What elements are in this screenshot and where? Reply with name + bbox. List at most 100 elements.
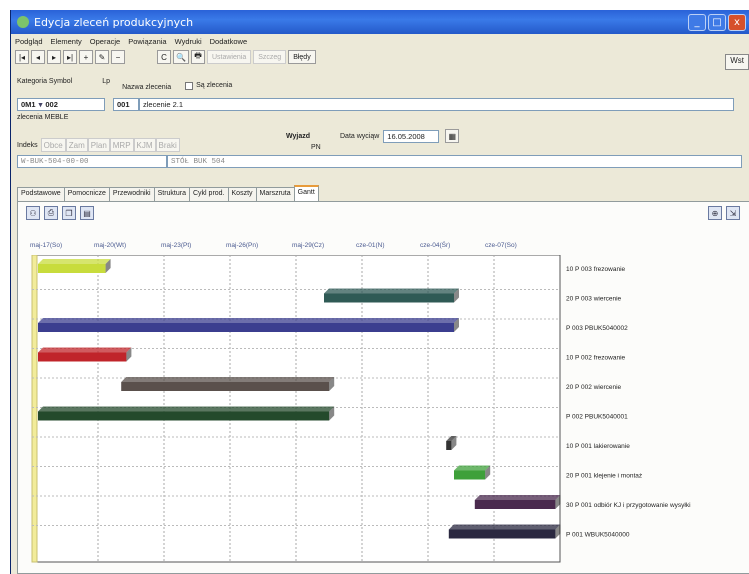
date-label: cze-04(Śr) [420, 242, 451, 249]
braki-button[interactable]: Braki [155, 138, 180, 152]
date-label: maj-23(Pt) [161, 242, 192, 249]
task-label: 10 P 003 frezowanie [566, 266, 626, 273]
zlecenia-meble-label: zlecenia MEBLE [17, 114, 69, 121]
gantt-toolbar: ⚇ ⎙ ❐ ▤ [26, 206, 94, 220]
wyjazd-label: Wyjazd [286, 132, 310, 140]
date-label: maj-17(So) [30, 242, 63, 249]
task-label: 10 P 002 frezowanie [566, 355, 626, 362]
minimize-button[interactable]: _ [688, 13, 706, 31]
menu-elementy[interactable]: Elementy [51, 37, 82, 46]
next-record-button[interactable]: ▸ [47, 50, 61, 64]
gantt-right-toolbar: ⊕ ⇲ [708, 206, 740, 220]
first-record-button[interactable]: |◂ [15, 50, 29, 64]
main-window: Edycja zleceń produkcyjnych _ □ x Podglą… [10, 10, 749, 574]
zoom-icon[interactable]: ⊕ [708, 206, 722, 220]
toolbar: |◂ ◂ ▸ ▸| + ✎ − C 🔍 🖶 Ustawienia Szczeg … [11, 48, 749, 66]
data-label: Data wyciąw [340, 132, 380, 140]
gantt-bar[interactable] [38, 318, 459, 332]
date-label: maj-26(Pn) [226, 242, 259, 249]
obce-button[interactable]: Obce [40, 138, 66, 152]
lp-label: Lp [102, 78, 111, 85]
search-button[interactable]: 🔍 [173, 50, 189, 64]
task-label: 10 P 001 lakierowanie [566, 443, 630, 450]
edit-button[interactable]: ✎ [95, 50, 109, 64]
last-record-button[interactable]: ▸| [63, 50, 77, 64]
nazwa-label: Nazwa zlecenia [122, 84, 172, 91]
wst-button[interactable]: Wst [725, 54, 749, 70]
title-bar: Edycja zleceń produkcyjnych _ □ x [11, 10, 749, 34]
copy-icon[interactable]: ❐ [62, 206, 76, 220]
lp-field[interactable]: 001 [113, 98, 139, 111]
indeks-name-field[interactable]: STÓŁ BUK 504 [167, 155, 742, 168]
gantt-date-header: maj-17(So) maj-20(Wt) maj-23(Pt) maj-26(… [28, 242, 588, 252]
task-label: P 002 PBUK5040001 [566, 414, 628, 421]
date-field[interactable]: 16.05.2008 [383, 129, 440, 143]
gantt-chart: 10 P 003 frezowanie 20 P 003 wiercenie P 0… [31, 255, 691, 563]
tab-przewodniki[interactable]: Przewodniki [108, 187, 155, 201]
gantt-bar[interactable] [474, 495, 561, 509]
window-title: Edycja zleceń produkcyjnych [34, 15, 194, 29]
task-label: 20 P 001 klejenie i montaż [566, 473, 642, 480]
gantt-bar[interactable] [454, 465, 491, 480]
date-label: maj-29(Cz) [292, 242, 325, 249]
add-button[interactable]: + [79, 50, 93, 64]
indeks-field[interactable]: W-BUK-504-00-00 [17, 155, 167, 168]
date-label: maj-20(Wt) [94, 242, 127, 249]
menu-wydruki[interactable]: Wydruki [175, 37, 202, 46]
gantt-bar[interactable] [448, 524, 561, 539]
export-icon[interactable]: ⇲ [726, 206, 740, 220]
gantt-bar[interactable] [121, 377, 335, 391]
tab-gantt[interactable]: Gantt [293, 185, 319, 201]
menu-dodatkowe[interactable]: Dodatkowe [210, 37, 248, 46]
gantt-bar[interactable] [38, 406, 335, 421]
dropdown-icon[interactable]: ▾ [39, 100, 43, 109]
tab-pomocnicze[interactable]: Pomocnicze [63, 187, 110, 201]
symbol-value: 002 [45, 100, 58, 109]
save-icon[interactable]: ▤ [80, 206, 94, 220]
kategoria-value: 0M1 [21, 100, 36, 109]
task-label: 20 P 003 wiercenie [566, 296, 622, 303]
tab-koszty[interactable]: Koszty [227, 187, 257, 201]
kjm-button[interactable]: KJM [133, 138, 156, 152]
prev-record-button[interactable]: ◂ [31, 50, 45, 64]
refresh-button[interactable]: C [157, 50, 171, 64]
task-label: 30 P 001 odbiór KJ i przygotowanie wysył… [566, 502, 691, 509]
sa-zlecenia-checkbox[interactable] [185, 81, 194, 90]
binoculars-icon[interactable]: ⚇ [26, 206, 40, 220]
nazwa-field[interactable]: zlecenie 2.1 [139, 98, 734, 111]
settings-button[interactable]: Ustawienia [206, 50, 252, 64]
tab-podstawowe[interactable]: Podstawowe [17, 187, 65, 201]
gantt-bar[interactable] [324, 288, 459, 303]
app-icon [17, 16, 29, 28]
menu-bar: Podgląd Elementy Operacje Powiązania Wyd… [11, 34, 749, 48]
details-button[interactable]: Szczeg [253, 50, 287, 64]
kategoria-label: Kategoria Symbol [17, 78, 73, 85]
errors-button[interactable]: Błędy [288, 50, 316, 64]
menu-operacje[interactable]: Operacje [90, 37, 120, 46]
gantt-bar[interactable] [38, 347, 132, 362]
maximize-button[interactable]: □ [708, 13, 726, 31]
kategoria-field[interactable]: 0M1 ▾ 002 [17, 98, 105, 111]
zam-button[interactable]: Zam [65, 138, 88, 152]
menu-powiazania[interactable]: Powiązania [128, 37, 166, 46]
sa-zlecenia-label: Są zlecenia [196, 82, 233, 89]
gantt-left-strip [31, 255, 38, 563]
menu-podglad[interactable]: Podgląd [15, 37, 43, 46]
printer-icon[interactable]: ⎙ [44, 206, 58, 220]
indeks-label: Indeks [17, 141, 38, 149]
close-button[interactable]: x [728, 13, 746, 31]
print-button[interactable]: 🖶 [190, 50, 205, 64]
calendar-icon[interactable]: ▦ [445, 129, 460, 143]
gantt-bar[interactable] [38, 259, 111, 273]
tab-cykl-prod[interactable]: Cykl prod. [189, 187, 229, 201]
date-label: cze-07(So) [485, 242, 517, 249]
task-label: P 003 PBUK5040002 [566, 325, 628, 332]
tab-struktura[interactable]: Struktura [153, 187, 190, 201]
date-label: cze-01(N) [356, 242, 385, 249]
delete-button[interactable]: − [111, 50, 125, 64]
tab-marszruta[interactable]: Marszruta [255, 187, 295, 201]
pn-label: PN [311, 144, 321, 151]
plan-button[interactable]: Plan [87, 138, 110, 152]
tab-strip: Podstawowe Pomocnicze Przewodniki Strukt… [17, 185, 319, 201]
mrp-button[interactable]: MRP [109, 138, 134, 152]
